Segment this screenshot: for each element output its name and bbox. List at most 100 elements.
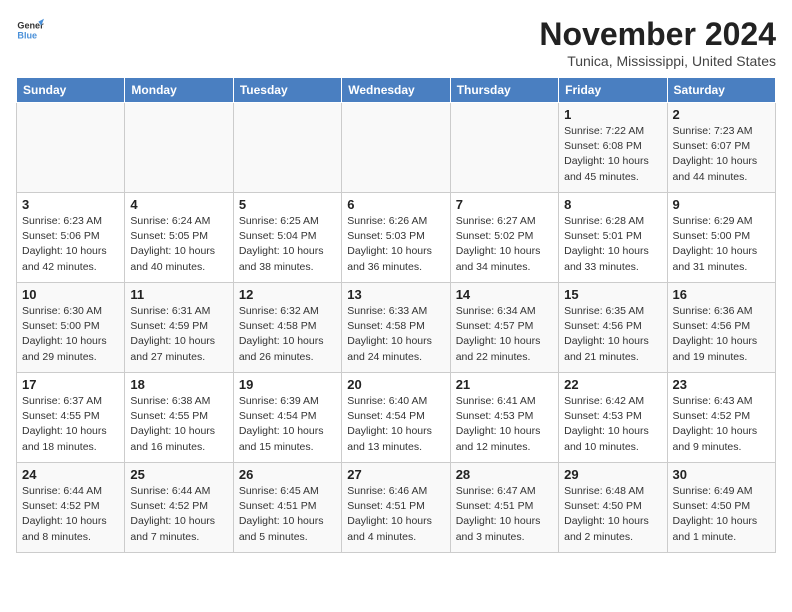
day-info: Sunrise: 6:23 AMSunset: 5:06 PMDaylight:…: [22, 214, 119, 275]
day-info: Sunrise: 6:35 AMSunset: 4:56 PMDaylight:…: [564, 304, 661, 365]
day-info: Sunrise: 6:44 AMSunset: 4:52 PMDaylight:…: [22, 484, 119, 545]
day-number: 28: [456, 467, 553, 482]
calendar-cell: 14 Sunrise: 6:34 AMSunset: 4:57 PMDayligh…: [450, 283, 558, 373]
calendar-cell: 26Sunrise: 6:45 AMSunset: 4:51 PMDayligh…: [233, 463, 341, 553]
week-row-1: 1 Sunrise: 7:22 AMSunset: 6:08 PMDaylight…: [17, 103, 776, 193]
calendar-cell: [125, 103, 233, 193]
day-number: 27: [347, 467, 444, 482]
weekday-header-saturday: Saturday: [667, 78, 775, 103]
weekday-header-sunday: Sunday: [17, 78, 125, 103]
calendar-cell: 1 Sunrise: 7:22 AMSunset: 6:08 PMDaylight…: [559, 103, 667, 193]
day-number: 1: [564, 107, 661, 122]
week-row-3: 10 Sunrise: 6:30 AMSunset: 5:00 PMDayligh…: [17, 283, 776, 373]
calendar-cell: 4 Sunrise: 6:24 AMSunset: 5:05 PMDaylight…: [125, 193, 233, 283]
day-info: Sunrise: 7:22 AMSunset: 6:08 PMDaylight:…: [564, 124, 661, 185]
day-number: 24: [22, 467, 119, 482]
day-number: 17: [22, 377, 119, 392]
day-info: Sunrise: 7:23 AMSunset: 6:07 PMDaylight:…: [673, 124, 770, 185]
day-number: 8: [564, 197, 661, 212]
day-info: Sunrise: 6:24 AMSunset: 5:05 PMDaylight:…: [130, 214, 227, 275]
day-number: 7: [456, 197, 553, 212]
day-info: Sunrise: 6:43 AMSunset: 4:52 PMDaylight:…: [673, 394, 770, 455]
weekday-header-tuesday: Tuesday: [233, 78, 341, 103]
svg-text:Blue: Blue: [17, 30, 37, 40]
calendar-cell: [17, 103, 125, 193]
calendar-cell: 18 Sunrise: 6:38 AMSunset: 4:55 PMDayligh…: [125, 373, 233, 463]
calendar-cell: 10 Sunrise: 6:30 AMSunset: 5:00 PMDayligh…: [17, 283, 125, 373]
day-number: 12: [239, 287, 336, 302]
calendar-cell: [233, 103, 341, 193]
day-info: Sunrise: 6:34 AMSunset: 4:57 PMDaylight:…: [456, 304, 553, 365]
calendar-cell: 16 Sunrise: 6:36 AMSunset: 4:56 PMDayligh…: [667, 283, 775, 373]
calendar-cell: [342, 103, 450, 193]
day-info: Sunrise: 6:40 AMSunset: 4:54 PMDaylight:…: [347, 394, 444, 455]
calendar-cell: 23 Sunrise: 6:43 AMSunset: 4:52 PMDayligh…: [667, 373, 775, 463]
day-info: Sunrise: 6:27 AMSunset: 5:02 PMDaylight:…: [456, 214, 553, 275]
day-info: Sunrise: 6:39 AMSunset: 4:54 PMDaylight:…: [239, 394, 336, 455]
day-number: 21: [456, 377, 553, 392]
day-info: Sunrise: 6:48 AMSunset: 4:50 PMDaylight:…: [564, 484, 661, 545]
day-number: 4: [130, 197, 227, 212]
calendar-cell: 2 Sunrise: 7:23 AMSunset: 6:07 PMDaylight…: [667, 103, 775, 193]
weekday-header-friday: Friday: [559, 78, 667, 103]
day-info: Sunrise: 6:45 AMSunset: 4:51 PMDaylight:…: [239, 484, 336, 545]
day-number: 19: [239, 377, 336, 392]
calendar-cell: 13Sunrise: 6:33 AMSunset: 4:58 PMDayligh…: [342, 283, 450, 373]
day-number: 20: [347, 377, 444, 392]
calendar-cell: 22 Sunrise: 6:42 AMSunset: 4:53 PMDayligh…: [559, 373, 667, 463]
calendar-cell: 27 Sunrise: 6:46 AMSunset: 4:51 PMDayligh…: [342, 463, 450, 553]
day-info: Sunrise: 6:29 AMSunset: 5:00 PMDaylight:…: [673, 214, 770, 275]
day-info: Sunrise: 6:38 AMSunset: 4:55 PMDaylight:…: [130, 394, 227, 455]
day-info: Sunrise: 6:26 AMSunset: 5:03 PMDaylight:…: [347, 214, 444, 275]
calendar-subtitle: Tunica, Mississippi, United States: [539, 53, 776, 69]
day-info: Sunrise: 6:49 AMSunset: 4:50 PMDaylight:…: [673, 484, 770, 545]
day-info: Sunrise: 6:42 AMSunset: 4:53 PMDaylight:…: [564, 394, 661, 455]
day-number: 22: [564, 377, 661, 392]
day-number: 16: [673, 287, 770, 302]
calendar-cell: 15 Sunrise: 6:35 AMSunset: 4:56 PMDayligh…: [559, 283, 667, 373]
calendar-header: General Blue November 2024 Tunica, Missi…: [16, 16, 776, 69]
calendar-cell: 12 Sunrise: 6:32 AMSunset: 4:58 PMDayligh…: [233, 283, 341, 373]
calendar-cell: 21 Sunrise: 6:41 AMSunset: 4:53 PMDayligh…: [450, 373, 558, 463]
day-number: 14: [456, 287, 553, 302]
calendar-cell: 8 Sunrise: 6:28 AMSunset: 5:01 PMDaylight…: [559, 193, 667, 283]
weekday-header-wednesday: Wednesday: [342, 78, 450, 103]
day-info: Sunrise: 6:46 AMSunset: 4:51 PMDaylight:…: [347, 484, 444, 545]
week-row-4: 17Sunrise: 6:37 AMSunset: 4:55 PMDayligh…: [17, 373, 776, 463]
day-number: 2: [673, 107, 770, 122]
day-info: Sunrise: 6:47 AMSunset: 4:51 PMDaylight:…: [456, 484, 553, 545]
week-row-5: 24 Sunrise: 6:44 AMSunset: 4:52 PMDayligh…: [17, 463, 776, 553]
day-number: 5: [239, 197, 336, 212]
logo-icon: General Blue: [16, 16, 44, 44]
day-info: Sunrise: 6:32 AMSunset: 4:58 PMDaylight:…: [239, 304, 336, 365]
title-section: November 2024 Tunica, Mississippi, Unite…: [539, 16, 776, 69]
day-number: 15: [564, 287, 661, 302]
day-number: 23: [673, 377, 770, 392]
day-info: Sunrise: 6:31 AMSunset: 4:59 PMDaylight:…: [130, 304, 227, 365]
day-number: 6: [347, 197, 444, 212]
logo: General Blue: [16, 16, 44, 44]
calendar-cell: 19 Sunrise: 6:39 AMSunset: 4:54 PMDayligh…: [233, 373, 341, 463]
day-number: 30: [673, 467, 770, 482]
calendar-cell: 24 Sunrise: 6:44 AMSunset: 4:52 PMDayligh…: [17, 463, 125, 553]
calendar-title: November 2024: [539, 16, 776, 53]
day-number: 13: [347, 287, 444, 302]
calendar-cell: 29 Sunrise: 6:48 AMSunset: 4:50 PMDayligh…: [559, 463, 667, 553]
day-info: Sunrise: 6:30 AMSunset: 5:00 PMDaylight:…: [22, 304, 119, 365]
day-number: 18: [130, 377, 227, 392]
day-info: Sunrise: 6:36 AMSunset: 4:56 PMDaylight:…: [673, 304, 770, 365]
day-info: Sunrise: 6:41 AMSunset: 4:53 PMDaylight:…: [456, 394, 553, 455]
calendar-cell: 11 Sunrise: 6:31 AMSunset: 4:59 PMDayligh…: [125, 283, 233, 373]
calendar-cell: 25Sunrise: 6:44 AMSunset: 4:52 PMDayligh…: [125, 463, 233, 553]
calendar-cell: 17Sunrise: 6:37 AMSunset: 4:55 PMDayligh…: [17, 373, 125, 463]
day-info: Sunrise: 6:25 AMSunset: 5:04 PMDaylight:…: [239, 214, 336, 275]
day-number: 29: [564, 467, 661, 482]
day-number: 9: [673, 197, 770, 212]
calendar-cell: [450, 103, 558, 193]
day-number: 10: [22, 287, 119, 302]
calendar-cell: 9 Sunrise: 6:29 AMSunset: 5:00 PMDaylight…: [667, 193, 775, 283]
day-info: Sunrise: 6:28 AMSunset: 5:01 PMDaylight:…: [564, 214, 661, 275]
calendar-cell: 7 Sunrise: 6:27 AMSunset: 5:02 PMDaylight…: [450, 193, 558, 283]
day-number: 11: [130, 287, 227, 302]
calendar-cell: 28 Sunrise: 6:47 AMSunset: 4:51 PMDayligh…: [450, 463, 558, 553]
